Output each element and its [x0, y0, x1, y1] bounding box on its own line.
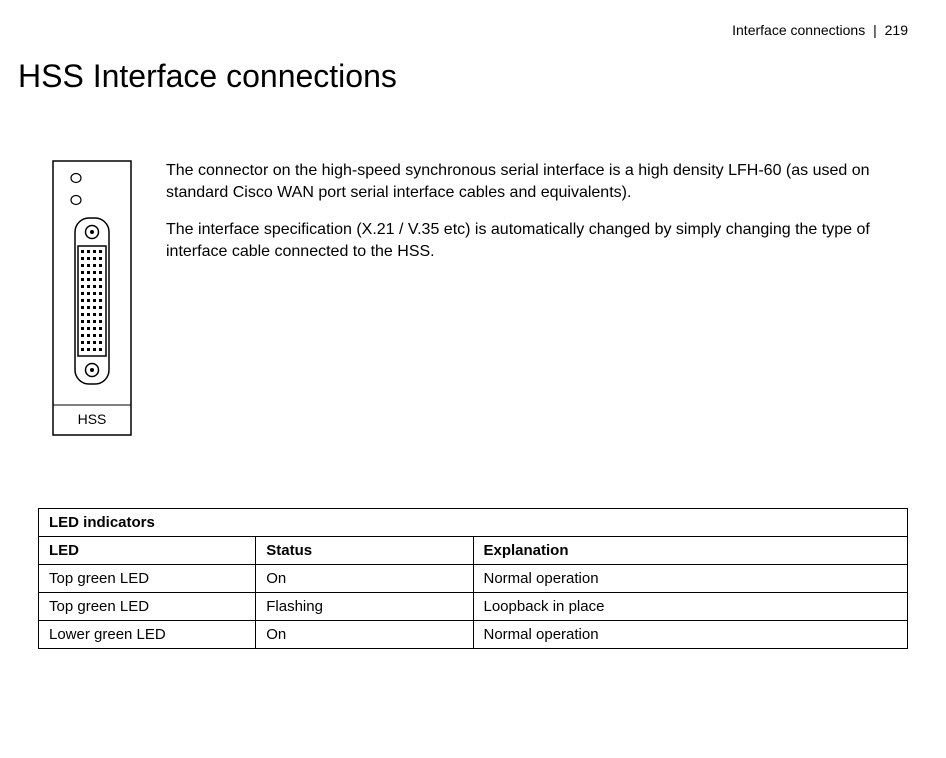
page-title: HSS Interface connections: [18, 58, 397, 95]
cell-status: On: [256, 565, 473, 593]
header-divider: |: [873, 22, 877, 38]
page-header: Interface connections | 219: [732, 22, 908, 38]
cell-led: Top green LED: [39, 565, 256, 593]
table-row: Top green LED On Normal operation: [39, 565, 908, 593]
panel-label-text: HSS: [78, 411, 107, 427]
body-text: The connector on the high-speed synchron…: [166, 160, 908, 278]
paragraph-1: The connector on the high-speed synchron…: [166, 160, 908, 203]
paragraph-2: The interface specification (X.21 / V.35…: [166, 219, 908, 262]
header-section: Interface connections: [732, 22, 865, 38]
column-header-led: LED: [39, 537, 256, 565]
cell-status: Flashing: [256, 593, 473, 621]
cell-led: Lower green LED: [39, 621, 256, 649]
column-header-explanation: Explanation: [473, 537, 908, 565]
table-row: Top green LED Flashing Loopback in place: [39, 593, 908, 621]
column-header-status: Status: [256, 537, 473, 565]
cell-explanation: Loopback in place: [473, 593, 908, 621]
led-indicators-table: LED indicators LED Status Explanation To…: [38, 508, 908, 649]
header-page-number: 219: [885, 22, 908, 38]
table-caption: LED indicators: [39, 509, 908, 537]
cell-status: On: [256, 621, 473, 649]
hss-connector-icon: HSS: [52, 160, 132, 436]
hss-connector-figure: HSS: [52, 160, 132, 441]
table-row: Lower green LED On Normal operation: [39, 621, 908, 649]
cell-led: Top green LED: [39, 593, 256, 621]
cell-explanation: Normal operation: [473, 565, 908, 593]
cell-explanation: Normal operation: [473, 621, 908, 649]
